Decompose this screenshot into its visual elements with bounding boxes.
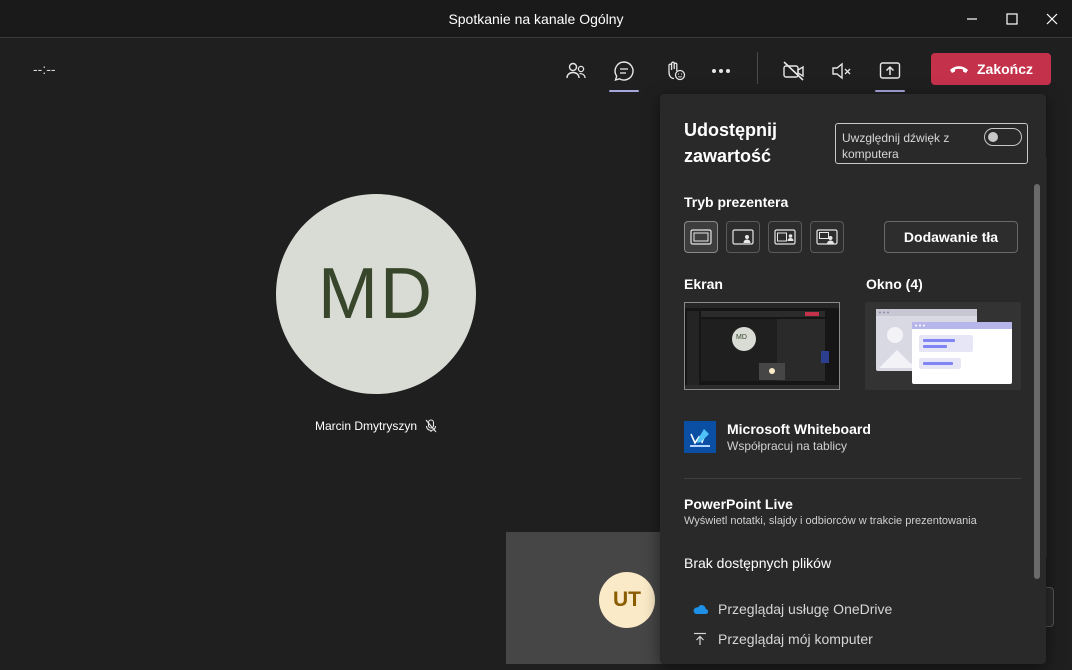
meeting-timer: --:--: [33, 61, 56, 77]
close-icon: [1046, 13, 1058, 25]
browse-computer-label: Przeglądaj mój komputer: [718, 631, 873, 647]
whiteboard-subtitle: Współpracuj na tablicy: [727, 439, 848, 453]
presenter-mode-label: Tryb prezentera: [684, 194, 789, 210]
minimize-icon: [967, 18, 977, 20]
participant-name-label: Marcin Dmytryszyn: [315, 419, 437, 433]
powerpoint-live-subtitle: Wyświetl notatki, slajdy i odbiorców w t…: [684, 515, 977, 527]
people-icon: [566, 62, 586, 79]
onedrive-icon: [693, 605, 708, 615]
no-files-label: Brak dostępnych plików: [684, 555, 832, 571]
browse-onedrive-label: Przeglądaj usługę OneDrive: [718, 601, 893, 617]
participant-name: Marcin Dmytryszyn: [315, 419, 418, 433]
more-icon: [712, 69, 730, 73]
share-content-button[interactable]: [873, 54, 907, 92]
screen-thumb-avatar: MD: [736, 334, 747, 341]
window-section-label: Okno (4): [866, 276, 923, 292]
participants-button[interactable]: [559, 54, 593, 88]
whiteboard-icon: [684, 421, 716, 453]
presenter-mode-side-by-side[interactable]: [768, 221, 802, 253]
self-avatar: UT: [599, 572, 655, 628]
presenter-mode-content-only[interactable]: [684, 221, 718, 253]
mic-muted-icon: [425, 419, 437, 433]
camera-off-icon: [783, 61, 804, 81]
share-screen-icon: [879, 62, 901, 79]
window-share-thumbnail[interactable]: [865, 302, 1021, 390]
meeting-toolbar: --:-- Zakończ: [0, 39, 1072, 102]
whiteboard-option[interactable]: Microsoft Whiteboard Współpracuj na tabl…: [684, 420, 1014, 454]
content-only-icon: [690, 229, 712, 245]
hang-up-icon: [949, 66, 968, 73]
toolbar-separator: [757, 52, 758, 84]
chat-button[interactable]: [607, 54, 641, 92]
browse-computer-link[interactable]: Przeglądaj mój komputer: [692, 629, 873, 649]
avatar: MD: [276, 194, 476, 394]
end-call-button[interactable]: Zakończ: [931, 53, 1051, 85]
upload-icon: [694, 632, 706, 645]
minimize-button[interactable]: [960, 8, 984, 30]
include-audio-toggle[interactable]: [984, 128, 1022, 146]
side-panel-edge: [1046, 157, 1072, 557]
maximize-icon: [1006, 13, 1018, 25]
title-bar: Spotkanie na kanale Ogólny: [0, 0, 1072, 38]
camera-toggle-button[interactable]: [777, 54, 811, 88]
share-content-panel: Udostępnij zawartość Uwzględnij dźwięk z…: [660, 94, 1046, 664]
more-actions-button[interactable]: [704, 54, 738, 88]
speaker-muted-icon: [832, 62, 851, 80]
self-video-tile: UT: [506, 532, 662, 664]
reporter-icon: [816, 229, 838, 245]
include-audio-control[interactable]: Uwzględnij dźwięk z komputera: [835, 123, 1028, 164]
powerpoint-live-title: PowerPoint Live: [684, 496, 793, 512]
screen-share-thumbnail[interactable]: MD: [684, 302, 840, 390]
chat-icon: [614, 61, 634, 82]
panel-title: Udostępnij zawartość: [684, 120, 777, 166]
maximize-button[interactable]: [1000, 8, 1024, 30]
side-by-side-icon: [774, 229, 796, 245]
presenter-mode-standout[interactable]: [726, 221, 760, 253]
panel-scrollbar[interactable]: [1034, 184, 1040, 579]
close-window-button[interactable]: [1040, 8, 1064, 30]
presenter-mode-reporter[interactable]: [810, 221, 844, 253]
add-background-button[interactable]: Dodawanie tła: [884, 221, 1018, 253]
toggle-knob: [988, 132, 998, 142]
window-illustration-icon: [865, 302, 1021, 390]
section-divider: [684, 478, 1021, 479]
window-title: Spotkanie na kanale Ogólny: [448, 11, 624, 27]
whiteboard-name: Microsoft Whiteboard: [727, 421, 871, 437]
include-audio-label: Uwzględnij dźwięk z komputera: [842, 131, 950, 161]
browse-onedrive-link[interactable]: Przeglądaj usługę OneDrive: [692, 599, 892, 619]
screen-preview-image: [685, 303, 839, 389]
mic-toggle-button[interactable]: [825, 54, 859, 88]
raise-hand-icon: [668, 61, 686, 81]
end-call-label: Zakończ: [976, 61, 1033, 77]
reactions-button[interactable]: [658, 54, 692, 88]
screen-section-label: Ekran: [684, 276, 723, 292]
standout-icon: [732, 229, 754, 245]
